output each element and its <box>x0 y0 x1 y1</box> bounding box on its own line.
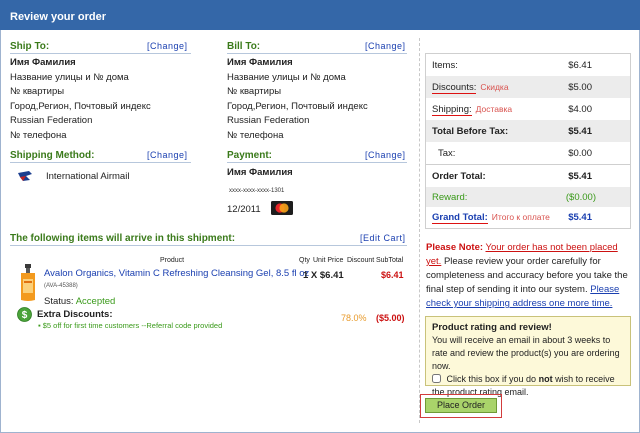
order-summary: Items: $6.41 Discounts: Скидка $5.00 Ship… <box>425 53 631 229</box>
ship-to-line: № квартиры <box>10 86 65 97</box>
item-status: Status: Accepted <box>44 296 115 307</box>
column-unit-price: Unit Price <box>313 257 344 264</box>
status-badge: Accepted <box>75 296 116 307</box>
product-name-link[interactable]: Avalon Organics, Vitamin C Refreshing Cl… <box>44 268 309 279</box>
discounts-value: $5.00 <box>568 82 592 93</box>
discounts-label: Discounts: <box>432 82 477 94</box>
bill-to-line: Russian Federation <box>227 115 310 126</box>
column-qty: Qty <box>299 257 310 264</box>
bill-to-line: Название улицы и № дома <box>227 71 346 83</box>
product-thumbnail[interactable] <box>18 264 38 302</box>
grand-total-label: Grand Total: <box>432 212 488 224</box>
divider <box>227 162 407 163</box>
ship-to-change-link[interactable]: [Change] <box>147 41 188 51</box>
discount-amount: ($5.00) <box>376 313 405 323</box>
order-total-label: Order Total: <box>432 171 486 182</box>
ship-to-name: Имя Фамилия <box>10 57 76 68</box>
payment-name: Имя Фамилия <box>227 167 293 178</box>
summary-items-row: Items: $6.41 <box>426 54 630 76</box>
item-subtotal: $6.41 <box>381 270 404 280</box>
summary-reward-row: Reward: ($0.00) <box>426 187 630 207</box>
bill-to-address: Имя Фамилия Название улицы и № дома № кв… <box>227 56 368 143</box>
summary-grand-total-row: Grand Total: Итого к оплате $5.41 <box>426 207 630 229</box>
ship-to-line: № телефона <box>10 129 67 141</box>
edit-cart-link[interactable]: [Edit Cart] <box>360 233 406 243</box>
extra-discounts-label: Extra Discounts: <box>37 309 113 320</box>
column-discount: Discount <box>347 257 375 264</box>
rating-optout-not: not <box>538 374 553 384</box>
bill-to-line: Город,Регион, Почтовый индекс <box>227 100 368 112</box>
discount-percent: 78.0% <box>341 313 367 323</box>
tax-label: Tax: <box>438 148 456 159</box>
summary-shipping-row: Shipping: Доставка $4.00 <box>426 98 630 120</box>
items-value: $6.41 <box>568 60 592 71</box>
divider <box>10 53 191 54</box>
ship-to-address: Имя Фамилия Название улицы и № дома № кв… <box>10 56 151 143</box>
discounts-ru-label: Скидка <box>480 82 509 92</box>
shipping-ru-label: Доставка <box>475 104 513 114</box>
summary-discounts-row: Discounts: Скидка $5.00 <box>426 76 630 98</box>
extra-discounts-text: $5 off for first time customers --Referr… <box>42 321 223 330</box>
usps-eagle-icon <box>17 168 33 184</box>
shipping-method-change-link[interactable]: [Change] <box>147 150 188 160</box>
payment-card-number: xxxx-xxxx-xxxx-1301 <box>229 188 285 194</box>
qty-price: 1 X $6.41 <box>303 270 344 281</box>
rating-box: Product rating and review! You will rece… <box>425 316 631 397</box>
payment-change-link[interactable]: [Change] <box>365 150 406 160</box>
before-tax-value: $5.41 <box>568 126 592 137</box>
summary-before-tax-row: Total Before Tax: $5.41 <box>426 120 630 142</box>
bill-to-line: № квартиры <box>227 86 282 97</box>
before-tax-label: Total Before Tax: <box>432 126 509 137</box>
ship-to-line: Название улицы и № дома <box>10 71 129 83</box>
note-label: Please Note: <box>426 242 484 253</box>
tax-value: $0.00 <box>568 148 592 159</box>
column-divider <box>419 38 420 423</box>
place-order-button[interactable]: Place Order <box>425 398 497 413</box>
summary-order-total-row: Order Total: $5.41 <box>426 165 630 187</box>
bill-to-name: Имя Фамилия <box>227 57 293 68</box>
column-product: Product <box>160 257 185 264</box>
payment-expiry: 12/2011 <box>227 204 261 215</box>
bill-to-line: № телефона <box>227 129 284 141</box>
extra-discounts-description: ▪ $5 off for first time customers --Refe… <box>38 321 222 330</box>
status-label: Status: <box>44 296 74 307</box>
bill-to-change-link[interactable]: [Change] <box>365 41 406 51</box>
payment-heading: Payment: <box>227 150 273 161</box>
items-label: Items: <box>432 60 458 71</box>
place-order-highlight: Place Order <box>420 394 502 418</box>
order-total-value: $5.41 <box>568 171 592 182</box>
divider <box>227 53 407 54</box>
ship-to-line: Город,Регион, Почтовый индекс <box>10 100 151 112</box>
column-subtotal: SubTotal <box>376 257 404 264</box>
divider <box>10 245 407 246</box>
divider <box>10 162 191 163</box>
grand-total-ru-label: Итого к оплате <box>491 212 550 222</box>
product-code: (AVA-45388) <box>44 283 78 289</box>
svg-text:$: $ <box>22 310 28 321</box>
reward-value: ($0.00) <box>565 192 596 203</box>
ship-to-heading: Ship To: <box>10 41 50 52</box>
order-note: Please Note: Your order has not been pla… <box>426 241 631 311</box>
shipment-heading: The following items will arrive in this … <box>10 233 236 244</box>
ship-to-line: Russian Federation <box>10 115 93 126</box>
shipping-value: $4.00 <box>568 104 592 115</box>
grand-total-value: $5.41 <box>568 212 592 223</box>
mastercard-icon <box>271 201 293 215</box>
shipping-method-heading: Shipping Method: <box>10 150 95 161</box>
rating-optout-pre: Click this box if you do <box>446 374 537 384</box>
summary-tax-row: Tax: $0.00 <box>426 142 630 164</box>
rating-optout-checkbox[interactable] <box>432 374 441 383</box>
page-title: Review your order <box>0 0 640 30</box>
bill-to-heading: Bill To: <box>227 41 261 52</box>
shipping-method-name: International Airmail <box>46 171 130 182</box>
reward-label: Reward: <box>432 192 468 203</box>
rating-text: You will receive an email in about 3 wee… <box>432 335 620 371</box>
rating-title: Product rating and review! <box>432 322 552 333</box>
dollar-icon: $ <box>17 307 32 322</box>
shipping-label: Shipping: <box>432 104 472 116</box>
